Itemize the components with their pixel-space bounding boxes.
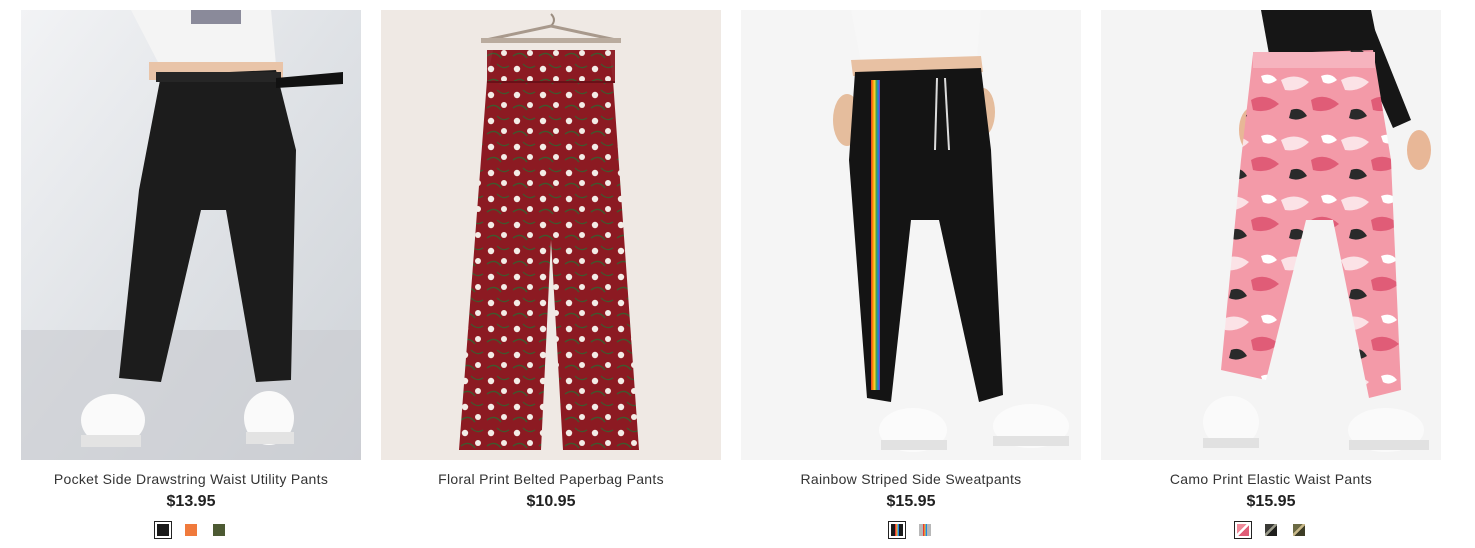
product-price: $10.95 xyxy=(526,493,576,510)
product-price: $15.95 xyxy=(886,493,936,510)
product-price: $15.95 xyxy=(1246,493,1296,510)
product-card[interactable]: Rainbow Striped Side Sweatpants $15.95 xyxy=(741,10,1081,548)
product-title[interactable]: Pocket Side Drawstring Waist Utility Pan… xyxy=(21,471,361,487)
color-swatch-olive[interactable] xyxy=(210,521,228,539)
color-swatch-pink-camo[interactable] xyxy=(1234,521,1252,539)
color-swatches xyxy=(1101,521,1441,539)
color-swatches xyxy=(741,521,1081,539)
product-image[interactable] xyxy=(1101,10,1441,460)
product-title[interactable]: Rainbow Striped Side Sweatpants xyxy=(741,471,1081,487)
product-title[interactable]: Camo Print Elastic Waist Pants xyxy=(1101,471,1441,487)
color-swatches xyxy=(21,521,361,539)
product-grid: Pocket Side Drawstring Waist Utility Pan… xyxy=(0,0,1475,548)
product-price: $13.95 xyxy=(166,493,216,510)
color-swatch-green-camo[interactable] xyxy=(1290,521,1308,539)
color-swatch-orange[interactable] xyxy=(182,521,200,539)
product-image[interactable] xyxy=(21,10,361,460)
product-image[interactable] xyxy=(381,10,721,460)
product-title[interactable]: Floral Print Belted Paperbag Pants xyxy=(381,471,721,487)
color-swatch-black[interactable] xyxy=(154,521,172,539)
product-card[interactable]: Floral Print Belted Paperbag Pants $10.9… xyxy=(381,10,721,548)
product-card[interactable]: Camo Print Elastic Waist Pants $15.95 xyxy=(1101,10,1441,548)
color-swatch-dark-camo[interactable] xyxy=(1262,521,1280,539)
color-swatch-grey[interactable] xyxy=(916,521,934,539)
product-card[interactable]: Pocket Side Drawstring Waist Utility Pan… xyxy=(21,10,361,548)
product-image[interactable] xyxy=(741,10,1081,460)
color-swatch-black[interactable] xyxy=(888,521,906,539)
